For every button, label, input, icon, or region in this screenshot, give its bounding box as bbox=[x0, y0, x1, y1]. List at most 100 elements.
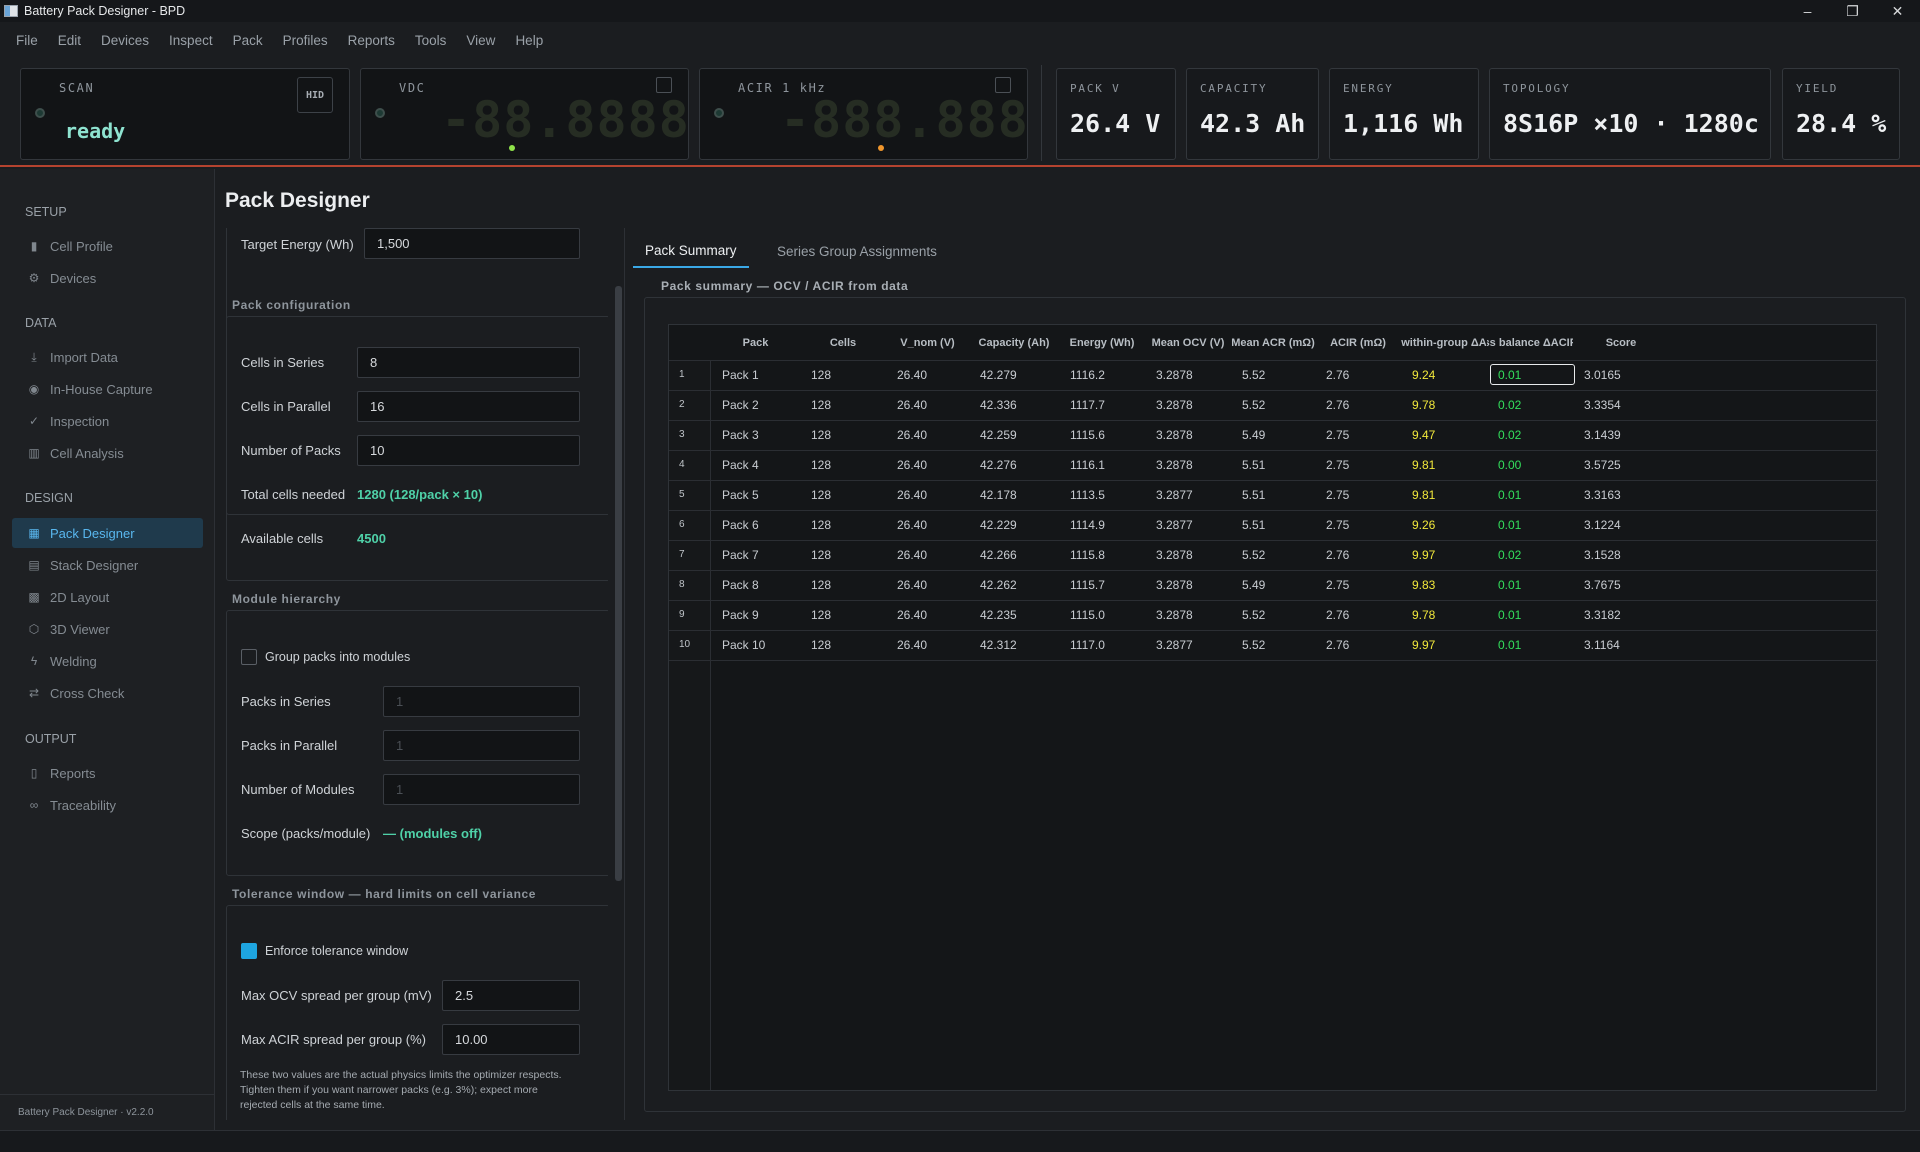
header-score[interactable]: Score bbox=[1573, 325, 1669, 360]
sidebar-item-pack-designer[interactable]: ▦ Pack Designer bbox=[12, 518, 203, 548]
cell-acir[interactable]: 2.75 bbox=[1326, 420, 1401, 449]
acir-enable-checkbox[interactable] bbox=[995, 77, 1011, 93]
cell-capacity[interactable]: 42.276 bbox=[980, 450, 1059, 479]
cell-within-group-delta[interactable]: 9.47 bbox=[1412, 420, 1487, 449]
cell-capacity[interactable]: 42.266 bbox=[980, 540, 1059, 569]
cell-cells[interactable]: 128 bbox=[811, 630, 886, 659]
header-mean-ocv[interactable]: Mean OCV (V) bbox=[1145, 325, 1231, 360]
form-scrollbar[interactable] bbox=[615, 286, 622, 881]
cell-energy[interactable]: 1115.8 bbox=[1070, 540, 1145, 569]
menu-devices[interactable]: Devices bbox=[101, 33, 149, 48]
cell-score[interactable]: 3.1439 bbox=[1584, 420, 1669, 449]
cell-within-group-delta[interactable]: 9.26 bbox=[1412, 510, 1487, 539]
maximize-icon[interactable]: ❐ bbox=[1830, 0, 1875, 22]
cell-cells[interactable]: 128 bbox=[811, 420, 886, 449]
cell-cross-balance-delta[interactable]: 0.01 bbox=[1498, 510, 1573, 539]
header-cells[interactable]: Cells bbox=[800, 325, 886, 360]
cell-energy[interactable]: 1115.6 bbox=[1070, 420, 1145, 449]
cell-within-group-delta[interactable]: 9.81 bbox=[1412, 480, 1487, 509]
sidebar-item-import-data[interactable]: ⤓ Import Data bbox=[12, 342, 203, 372]
cell-mean-acr[interactable]: 5.52 bbox=[1242, 630, 1315, 659]
cell-pack-name[interactable]: Pack 1 bbox=[722, 360, 800, 389]
cell-acir[interactable]: 2.76 bbox=[1326, 630, 1401, 659]
cell-cross-balance-delta[interactable]: 0.01 bbox=[1498, 480, 1573, 509]
cell-within-group-delta[interactable]: 9.78 bbox=[1412, 600, 1487, 629]
cell-pack-name[interactable]: Pack 7 bbox=[722, 540, 800, 569]
cell-within-group-delta[interactable]: 9.97 bbox=[1412, 540, 1487, 569]
menu-pack[interactable]: Pack bbox=[233, 33, 263, 48]
cell-score[interactable]: 3.3354 bbox=[1584, 390, 1669, 419]
cell-pack-name[interactable]: Pack 10 bbox=[722, 630, 800, 659]
cell-score[interactable]: 3.5725 bbox=[1584, 450, 1669, 479]
cell-acir[interactable]: 2.76 bbox=[1326, 600, 1401, 629]
cell-score[interactable]: 3.3182 bbox=[1584, 600, 1669, 629]
row-number[interactable]: 7 bbox=[669, 540, 711, 569]
row-number[interactable]: 4 bbox=[669, 450, 711, 479]
cell-score[interactable]: 3.3163 bbox=[1584, 480, 1669, 509]
header-capacity[interactable]: Capacity (Ah) bbox=[969, 325, 1059, 360]
row-number[interactable]: 9 bbox=[669, 600, 711, 629]
target-energy-input[interactable]: 1,500 bbox=[364, 228, 580, 259]
cell-v-nom[interactable]: 26.40 bbox=[897, 480, 969, 509]
sidebar-item-3d-viewer[interactable]: ⬡ 3D Viewer bbox=[12, 614, 203, 644]
sidebar-item-traceability[interactable]: ∞ Traceability bbox=[12, 790, 203, 820]
cell-cross-balance-delta[interactable]: 0.02 bbox=[1498, 420, 1573, 449]
header-mean-acr[interactable]: Mean ACR (mΩ) bbox=[1231, 325, 1315, 360]
cell-v-nom[interactable]: 26.40 bbox=[897, 600, 969, 629]
packs-parallel-input[interactable]: 1 bbox=[383, 730, 580, 761]
group-packs-checkbox[interactable] bbox=[241, 649, 257, 665]
row-number[interactable]: 5 bbox=[669, 480, 711, 509]
cell-mean-acr[interactable]: 5.51 bbox=[1242, 450, 1315, 479]
sidebar-item-in-house-capture[interactable]: ◉ In-House Capture bbox=[12, 374, 203, 404]
header-acir[interactable]: ACIR (mΩ) bbox=[1315, 325, 1401, 360]
cell-v-nom[interactable]: 26.40 bbox=[897, 360, 969, 389]
cell-acir[interactable]: 2.76 bbox=[1326, 540, 1401, 569]
cell-within-group-delta[interactable]: 9.78 bbox=[1412, 390, 1487, 419]
cell-energy[interactable]: 1116.2 bbox=[1070, 360, 1145, 389]
menu-reports[interactable]: Reports bbox=[348, 33, 395, 48]
header-vnom[interactable]: V_nom (V) bbox=[886, 325, 969, 360]
cell-cells[interactable]: 128 bbox=[811, 450, 886, 479]
cell-capacity[interactable]: 42.312 bbox=[980, 630, 1059, 659]
menu-help[interactable]: Help bbox=[515, 33, 543, 48]
cell-cells[interactable]: 128 bbox=[811, 540, 886, 569]
cell-mean-ocv[interactable]: 3.2878 bbox=[1156, 360, 1231, 389]
cell-pack-name[interactable]: Pack 8 bbox=[722, 570, 800, 599]
sidebar-item-inspection[interactable]: ✓ Inspection bbox=[12, 406, 203, 436]
cell-cells[interactable]: 128 bbox=[811, 390, 886, 419]
sidebar-item-reports[interactable]: ▯ Reports bbox=[12, 758, 203, 788]
cell-acir[interactable]: 2.75 bbox=[1326, 510, 1401, 539]
menu-edit[interactable]: Edit bbox=[58, 33, 81, 48]
minimize-icon[interactable]: – bbox=[1785, 0, 1830, 22]
row-number[interactable]: 2 bbox=[669, 390, 711, 419]
cell-capacity[interactable]: 42.279 bbox=[980, 360, 1059, 389]
cell-v-nom[interactable]: 26.40 bbox=[897, 450, 969, 479]
cell-mean-ocv[interactable]: 3.2878 bbox=[1156, 450, 1231, 479]
cell-cross-balance-delta[interactable]: 0.02 bbox=[1498, 390, 1573, 419]
ocv-spread-input[interactable]: 2.5 bbox=[442, 980, 580, 1011]
cell-energy[interactable]: 1115.0 bbox=[1070, 600, 1145, 629]
cell-capacity[interactable]: 42.229 bbox=[980, 510, 1059, 539]
cell-mean-acr[interactable]: 5.52 bbox=[1242, 390, 1315, 419]
cell-acir[interactable]: 2.75 bbox=[1326, 450, 1401, 479]
cell-within-group-delta[interactable]: 9.83 bbox=[1412, 570, 1487, 599]
cell-acir[interactable]: 2.75 bbox=[1326, 570, 1401, 599]
cell-cells[interactable]: 128 bbox=[811, 360, 886, 389]
cell-score[interactable]: 3.1528 bbox=[1584, 540, 1669, 569]
cell-mean-ocv[interactable]: 3.2878 bbox=[1156, 600, 1231, 629]
sidebar-item-welding[interactable]: ϟ Welding bbox=[12, 646, 203, 676]
cells-series-input[interactable]: 8 bbox=[357, 347, 580, 378]
cell-energy[interactable]: 1113.5 bbox=[1070, 480, 1145, 509]
cell-mean-acr[interactable]: 5.52 bbox=[1242, 540, 1315, 569]
cell-cells[interactable]: 128 bbox=[811, 480, 886, 509]
cell-mean-ocv[interactable]: 3.2878 bbox=[1156, 540, 1231, 569]
cell-capacity[interactable]: 42.178 bbox=[980, 480, 1059, 509]
cell-capacity[interactable]: 42.262 bbox=[980, 570, 1059, 599]
row-number[interactable]: 1 bbox=[669, 360, 711, 389]
menu-view[interactable]: View bbox=[466, 33, 495, 48]
cell-score[interactable]: 3.7675 bbox=[1584, 570, 1669, 599]
sidebar-item-cross-check[interactable]: ⇄ Cross Check bbox=[12, 678, 203, 708]
cell-cross-balance-delta[interactable]: 0.00 bbox=[1498, 450, 1573, 479]
cell-mean-acr[interactable]: 5.49 bbox=[1242, 570, 1315, 599]
cell-capacity[interactable]: 42.235 bbox=[980, 600, 1059, 629]
